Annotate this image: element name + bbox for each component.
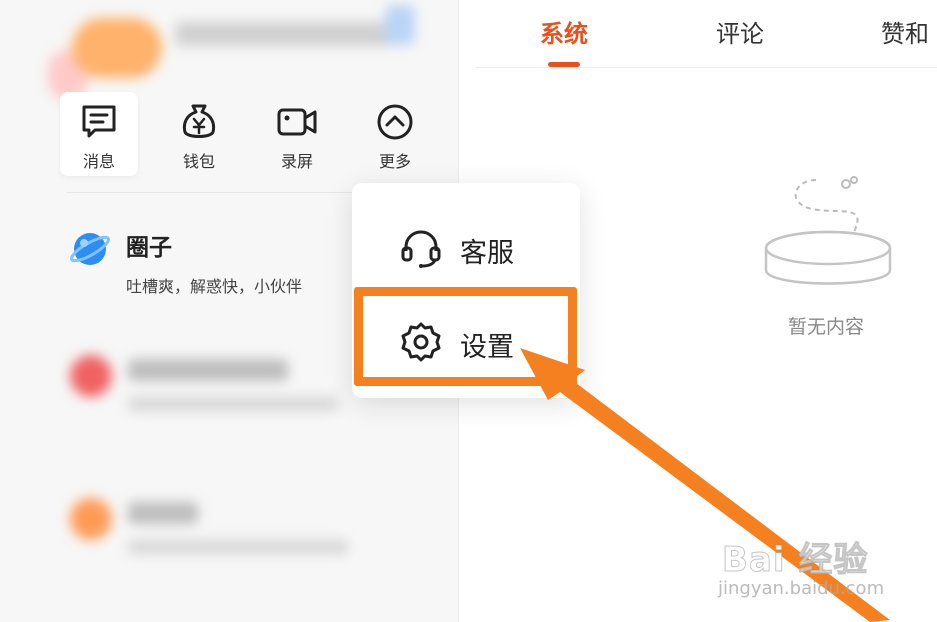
annotation-arrow xyxy=(520,348,890,622)
watermark-url: jingyan.baidu.com xyxy=(718,578,885,599)
watermark-logo: Bai 经验 xyxy=(721,540,869,581)
